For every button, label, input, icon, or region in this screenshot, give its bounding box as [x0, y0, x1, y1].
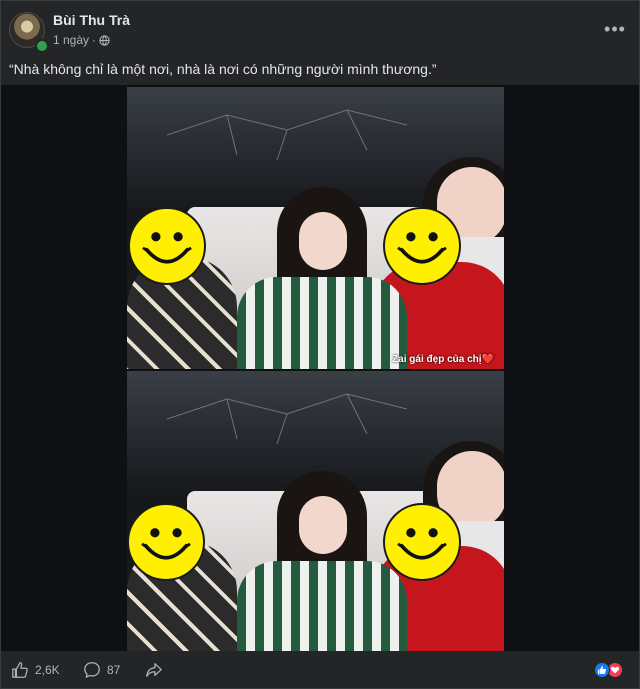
comment-button[interactable]: 87	[83, 661, 120, 679]
photo-caption: Zai gái đẹp của chị❤️	[392, 354, 494, 365]
reaction-like-icon	[594, 662, 610, 678]
ceiling-reflection	[167, 109, 407, 161]
person-mid-shirt	[237, 561, 407, 651]
person-mid-face	[299, 496, 347, 554]
smiley-sticker-icon	[127, 503, 205, 581]
meta-separator: ·	[92, 33, 97, 47]
smiley-sticker-icon	[383, 503, 461, 581]
post-card: Bùi Thu Trà 1 ngày · ••• “Nhà không chỉ …	[0, 0, 640, 689]
smiley-sticker-icon	[383, 207, 461, 285]
photo-top[interactable]: Zai gái đẹp của chị❤️	[127, 87, 504, 369]
author-name[interactable]: Bùi Thu Trà	[53, 12, 130, 28]
online-status-dot	[35, 39, 49, 53]
like-button[interactable]: 2,6K	[11, 661, 60, 679]
like-icon	[12, 662, 28, 678]
comment-count: 87	[107, 663, 121, 677]
more-options-button[interactable]: •••	[603, 17, 627, 41]
globe-icon[interactable]	[99, 34, 110, 46]
more-icon: •••	[604, 18, 626, 39]
photo-bottom[interactable]	[127, 371, 504, 651]
share-button[interactable]	[145, 661, 163, 679]
person-mid-shirt	[237, 277, 407, 369]
post-caption: “Nhà không chỉ là một nơi, nhà là nơi có…	[9, 61, 437, 77]
ceiling-reflection	[167, 393, 407, 445]
post-actions-bar: 2,6K 87	[1, 651, 640, 689]
comment-icon	[84, 662, 100, 678]
smiley-sticker-icon	[128, 207, 206, 285]
post-time[interactable]: 1 ngày	[53, 33, 89, 47]
post-header: Bùi Thu Trà 1 ngày · •••	[1, 1, 640, 53]
post-meta: 1 ngày ·	[53, 33, 110, 47]
person-mid-face	[299, 212, 347, 270]
like-count: 2,6K	[35, 663, 60, 677]
reaction-summary[interactable]	[594, 662, 623, 678]
post-media[interactable]: Zai gái đẹp của chị❤️	[1, 85, 639, 651]
share-icon	[146, 663, 162, 677]
